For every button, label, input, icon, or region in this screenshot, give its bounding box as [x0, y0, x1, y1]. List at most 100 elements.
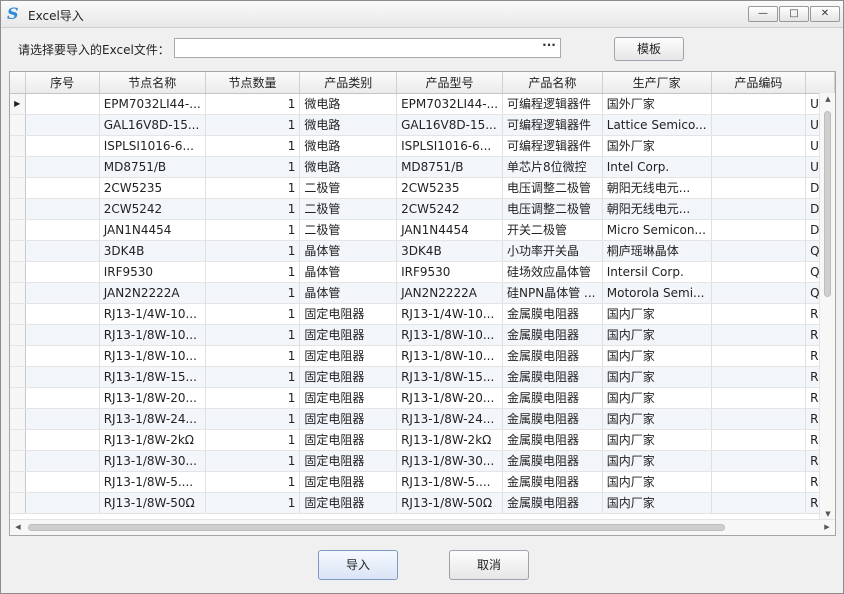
horizontal-scrollbar[interactable]: ◀ ▶: [10, 519, 835, 535]
row-indicator[interactable]: [10, 156, 26, 178]
cell-node-name[interactable]: RJ13-1/4W-10...: [99, 303, 206, 325]
cell-product-code[interactable]: [711, 240, 807, 262]
cell-node-name[interactable]: RJ13-1/8W-2kΩ: [99, 429, 206, 451]
cell-manufacturer[interactable]: Intersil Corp.: [602, 261, 712, 283]
row-indicator[interactable]: [10, 282, 26, 304]
column-header-product-category[interactable]: 产品类别: [299, 72, 398, 94]
cell-index[interactable]: [25, 324, 100, 346]
table-row[interactable]: RJ13-1/8W-10... 1 固定电阻器 RJ13-1/8W-10... 金属膜电…: [10, 345, 835, 367]
cell-node-count[interactable]: 1: [205, 492, 301, 514]
cell-manufacturer[interactable]: Intel Corp.: [602, 156, 712, 178]
cell-product-model[interactable]: RJ13-1/8W-24...: [396, 408, 504, 430]
row-indicator[interactable]: [10, 450, 26, 472]
cell-product-category[interactable]: 微电路: [299, 135, 398, 157]
cell-node-name[interactable]: IRF9530: [99, 261, 206, 283]
cell-product-name[interactable]: 单芯片8位微控: [502, 156, 603, 178]
row-indicator[interactable]: ▶: [10, 93, 26, 115]
cell-product-code[interactable]: [711, 345, 807, 367]
cell-product-code[interactable]: [711, 93, 807, 115]
cell-product-name[interactable]: 电压调整二极管: [502, 177, 603, 199]
cell-product-category[interactable]: 微电路: [299, 93, 398, 115]
row-indicator[interactable]: [10, 345, 26, 367]
cell-product-name[interactable]: 硅场效应晶体管: [502, 261, 603, 283]
import-button[interactable]: 导入: [318, 550, 398, 580]
cell-index[interactable]: [25, 198, 100, 220]
cell-node-count[interactable]: 1: [205, 156, 301, 178]
row-indicator[interactable]: [10, 471, 26, 493]
cell-product-name[interactable]: 电压调整二极管: [502, 198, 603, 220]
row-indicator[interactable]: [10, 429, 26, 451]
row-indicator[interactable]: [10, 114, 26, 136]
row-indicator[interactable]: [10, 261, 26, 283]
cell-product-code[interactable]: [711, 408, 807, 430]
cell-product-model[interactable]: RJ13-1/8W-15...: [396, 366, 504, 388]
cell-product-code[interactable]: [711, 450, 807, 472]
cell-node-count[interactable]: 1: [205, 282, 301, 304]
cell-product-model[interactable]: 2CW5235: [396, 177, 504, 199]
table-row[interactable]: IRF9530 1 晶体管 IRF9530 硅场效应晶体管 Intersil Corp. Q: [10, 261, 835, 283]
cell-node-count[interactable]: 1: [205, 408, 301, 430]
cell-product-code[interactable]: [711, 177, 807, 199]
cell-product-category[interactable]: 晶体管: [299, 282, 398, 304]
cell-node-count[interactable]: 1: [205, 471, 301, 493]
table-row[interactable]: 3DK4B 1 晶体管 3DK4B 小功率开关晶 桐庐瑶琳晶体 Q: [10, 240, 835, 262]
scroll-right-icon[interactable]: ▶: [819, 523, 835, 531]
cell-manufacturer[interactable]: Lattice Semico...: [602, 114, 712, 136]
table-row[interactable]: MD8751/B 1 微电路 MD8751/B 单芯片8位微控 Intel Corp. U: [10, 156, 835, 178]
row-indicator[interactable]: [10, 135, 26, 157]
cell-product-name[interactable]: 金属膜电阻器: [502, 429, 603, 451]
cell-product-model[interactable]: JAN1N4454: [396, 219, 504, 241]
cell-manufacturer[interactable]: 国内厂家: [602, 366, 712, 388]
cell-index[interactable]: [25, 282, 100, 304]
cell-manufacturer[interactable]: 国内厂家: [602, 408, 712, 430]
cell-product-model[interactable]: 2CW5242: [396, 198, 504, 220]
table-row[interactable]: RJ13-1/8W-2kΩ 1 固定电阻器 RJ13-1/8W-2kΩ 金属膜电阻器 国内…: [10, 429, 835, 451]
column-header-product-name[interactable]: 产品名称: [502, 72, 603, 94]
import-data-grid[interactable]: 序号 节点名称 节点数量 产品类别 产品型号 产品名称 生产厂家 产品编码 ▶ E…: [9, 71, 836, 536]
cell-product-code[interactable]: [711, 492, 807, 514]
cell-product-category[interactable]: 固定电阻器: [299, 345, 398, 367]
cell-product-category[interactable]: 固定电阻器: [299, 366, 398, 388]
cell-product-code[interactable]: [711, 387, 807, 409]
cell-product-code[interactable]: [711, 156, 807, 178]
table-row[interactable]: JAN2N2222A 1 晶体管 JAN2N2222A 硅NPN晶体管 ... Motor…: [10, 282, 835, 304]
maximize-button[interactable]: □: [779, 6, 809, 22]
scroll-left-icon[interactable]: ◀: [10, 523, 26, 531]
table-row[interactable]: RJ13-1/8W-5.... 1 固定电阻器 RJ13-1/8W-5.... 金属膜电…: [10, 471, 835, 493]
cell-product-model[interactable]: 3DK4B: [396, 240, 504, 262]
cell-node-name[interactable]: RJ13-1/8W-20...: [99, 387, 206, 409]
cell-product-name[interactable]: 金属膜电阻器: [502, 471, 603, 493]
cell-manufacturer[interactable]: 国内厂家: [602, 471, 712, 493]
column-header-product-model[interactable]: 产品型号: [396, 72, 504, 94]
cell-node-name[interactable]: JAN2N2222A: [99, 282, 206, 304]
cell-node-count[interactable]: 1: [205, 261, 301, 283]
cell-manufacturer[interactable]: 国内厂家: [602, 450, 712, 472]
cell-node-count[interactable]: 1: [205, 93, 301, 115]
cell-product-model[interactable]: RJ13-1/8W-30...: [396, 450, 504, 472]
cell-manufacturer[interactable]: 国内厂家: [602, 324, 712, 346]
cell-product-code[interactable]: [711, 471, 807, 493]
row-indicator[interactable]: [10, 387, 26, 409]
cell-manufacturer[interactable]: 国外厂家: [602, 135, 712, 157]
cell-product-name[interactable]: 可编程逻辑器件: [502, 114, 603, 136]
cell-node-count[interactable]: 1: [205, 303, 301, 325]
cell-product-code[interactable]: [711, 261, 807, 283]
table-row[interactable]: ISPLSI1016-6... 1 微电路 ISPLSI1016-6... 可编程逻辑器…: [10, 135, 835, 157]
cell-node-name[interactable]: RJ13-1/8W-15...: [99, 366, 206, 388]
cell-node-count[interactable]: 1: [205, 114, 301, 136]
cell-manufacturer[interactable]: 桐庐瑶琳晶体: [602, 240, 712, 262]
cell-product-model[interactable]: RJ13-1/4W-10...: [396, 303, 504, 325]
cell-product-code[interactable]: [711, 324, 807, 346]
table-row[interactable]: GAL16V8D-15... 1 微电路 GAL16V8D-15... 可编程逻辑器件 L…: [10, 114, 835, 136]
cell-node-name[interactable]: RJ13-1/8W-30...: [99, 450, 206, 472]
cell-node-name[interactable]: RJ13-1/8W-50Ω: [99, 492, 206, 514]
template-button[interactable]: 模板: [614, 37, 684, 61]
cell-index[interactable]: [25, 429, 100, 451]
cell-product-category[interactable]: 固定电阻器: [299, 303, 398, 325]
cell-node-count[interactable]: 1: [205, 345, 301, 367]
cell-index[interactable]: [25, 408, 100, 430]
cell-node-name[interactable]: RJ13-1/8W-10...: [99, 345, 206, 367]
cell-manufacturer[interactable]: 国内厂家: [602, 345, 712, 367]
cell-manufacturer[interactable]: 国内厂家: [602, 303, 712, 325]
column-header-index[interactable]: 序号: [25, 72, 100, 94]
